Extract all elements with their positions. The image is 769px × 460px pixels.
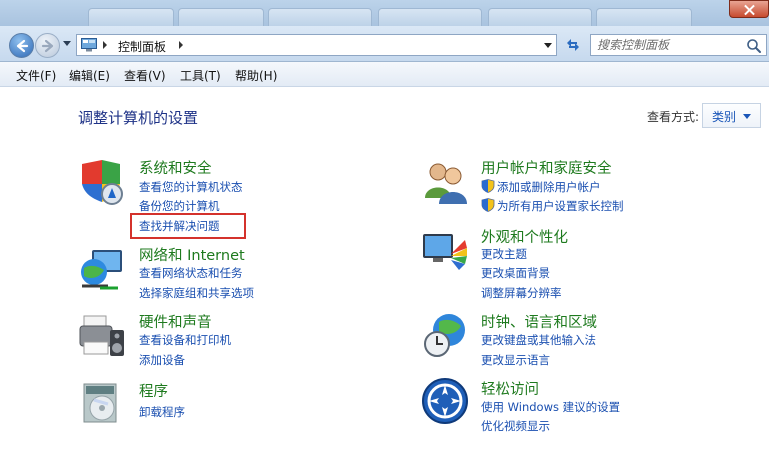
breadcrumb-separator[interactable] xyxy=(179,41,183,49)
close-window-button[interactable] xyxy=(729,0,769,18)
network-globe-icon[interactable] xyxy=(78,246,126,294)
clock-globe-icon[interactable] xyxy=(421,310,469,358)
link-devices-printers[interactable]: 查看设备和打印机 xyxy=(139,332,231,348)
programs-disc-icon[interactable] xyxy=(78,378,126,426)
forward-button[interactable] xyxy=(35,33,60,58)
view-by-dropdown[interactable]: 类别 xyxy=(702,103,761,128)
link-change-keyboard-input[interactable]: 更改键盘或其他输入法 xyxy=(481,332,596,348)
menu-file[interactable]: 文件(F) xyxy=(16,67,56,84)
background-tab xyxy=(178,8,264,26)
highlight-annotation-box xyxy=(130,213,246,239)
printer-speaker-icon[interactable] xyxy=(78,312,126,360)
background-tab xyxy=(488,8,592,26)
search-icon[interactable] xyxy=(746,38,762,54)
link-optimize-video-display[interactable]: 优化视频显示 xyxy=(481,418,550,434)
link-add-remove-accounts[interactable]: 添加或删除用户帐户 xyxy=(497,179,601,195)
address-bar[interactable]: 控制面板 xyxy=(76,34,557,56)
view-by-value: 类别 xyxy=(712,110,737,124)
link-view-computer-status[interactable]: 查看您的计算机状态 xyxy=(139,179,243,195)
category-programs[interactable]: 程序 xyxy=(139,380,168,401)
refresh-button[interactable] xyxy=(562,34,584,56)
link-adjust-resolution[interactable]: 调整屏幕分辨率 xyxy=(481,285,562,301)
menu-tools[interactable]: 工具(T) xyxy=(180,67,221,84)
link-network-status-tasks[interactable]: 查看网络状态和任务 xyxy=(139,265,243,281)
menu-help[interactable]: 帮助(H) xyxy=(235,67,277,84)
breadcrumb-control-panel[interactable]: 控制面板 xyxy=(118,38,166,55)
menu-view[interactable]: 查看(V) xyxy=(124,67,166,84)
search-box[interactable] xyxy=(590,34,767,56)
security-shield-icon[interactable] xyxy=(78,158,126,206)
users-icon[interactable] xyxy=(421,158,469,206)
ease-of-access-icon[interactable] xyxy=(421,377,469,425)
refresh-icon xyxy=(567,39,579,51)
page-title: 调整计算机的设置 xyxy=(78,109,199,127)
link-windows-recommended-settings[interactable]: 使用 Windows 建议的设置 xyxy=(481,399,620,415)
background-tab xyxy=(596,8,692,26)
uac-shield-icon xyxy=(481,179,495,193)
control-panel-content: 调整计算机的设置 查看方式: 类别 系统和安全 查看您的计算机状态 备份您的计算… xyxy=(0,88,769,460)
breadcrumb-separator[interactable] xyxy=(103,41,107,49)
link-add-device[interactable]: 添加设备 xyxy=(139,352,185,368)
background-tab xyxy=(88,8,174,26)
category-ease-of-access[interactable]: 轻松访问 xyxy=(481,378,539,399)
category-clock-language-region[interactable]: 时钟、语言和区域 xyxy=(481,311,597,332)
title-bar xyxy=(0,0,769,26)
category-network-internet[interactable]: 网络和 Internet xyxy=(139,244,245,265)
link-parental-controls[interactable]: 为所有用户设置家长控制 xyxy=(497,198,624,214)
link-uninstall-program[interactable]: 卸载程序 xyxy=(139,404,185,420)
category-system-security[interactable]: 系统和安全 xyxy=(139,157,212,178)
view-by-label: 查看方式: xyxy=(647,110,700,124)
chevron-down-icon xyxy=(743,114,751,119)
link-change-desktop-background[interactable]: 更改桌面背景 xyxy=(481,265,550,281)
link-change-display-language[interactable]: 更改显示语言 xyxy=(481,352,550,368)
arrow-right-icon xyxy=(41,39,54,53)
link-change-theme[interactable]: 更改主题 xyxy=(481,246,527,262)
search-input[interactable] xyxy=(591,35,741,55)
monitor-palette-icon[interactable] xyxy=(421,228,469,276)
uac-shield-icon xyxy=(481,198,495,212)
arrow-left-icon xyxy=(16,39,29,53)
address-history-dropdown[interactable] xyxy=(544,43,552,48)
menu-edit[interactable]: 编辑(E) xyxy=(69,67,110,84)
background-tab xyxy=(268,8,372,26)
recent-pages-dropdown[interactable] xyxy=(63,41,71,46)
navigation-bar: 控制面板 xyxy=(0,26,769,62)
category-user-accounts[interactable]: 用户帐户和家庭安全 xyxy=(481,157,612,178)
control-panel-icon xyxy=(81,38,97,52)
category-appearance-personalization[interactable]: 外观和个性化 xyxy=(481,226,568,247)
category-hardware-sound[interactable]: 硬件和声音 xyxy=(139,311,212,332)
link-backup-computer[interactable]: 备份您的计算机 xyxy=(139,198,220,214)
menu-bar: 文件(F) 编辑(E) 查看(V) 工具(T) 帮助(H) xyxy=(0,62,769,87)
link-homegroup-sharing[interactable]: 选择家庭组和共享选项 xyxy=(139,285,254,301)
background-tab xyxy=(378,8,482,26)
back-button[interactable] xyxy=(9,33,34,58)
